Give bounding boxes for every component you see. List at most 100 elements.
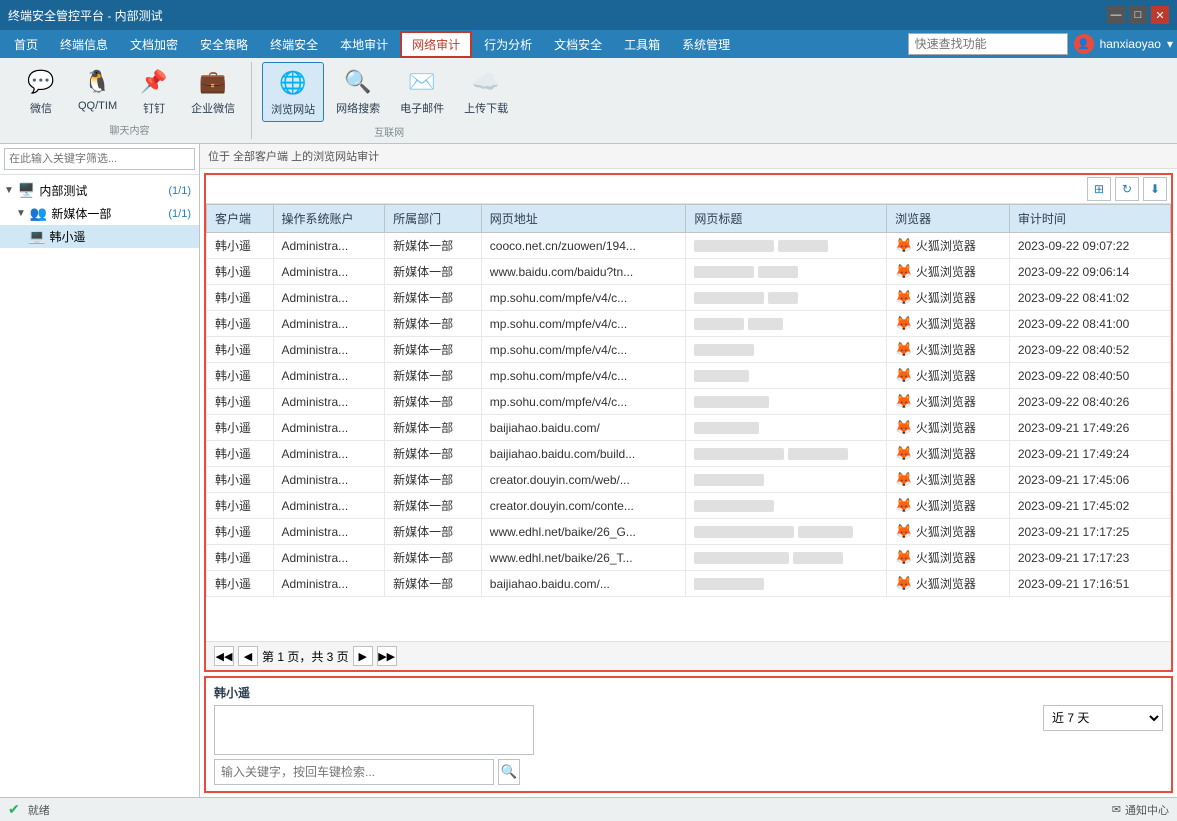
page-next-btn[interactable]: ▶ [353,646,373,666]
sidebar-search-input[interactable] [4,148,195,170]
table-row[interactable]: 韩小遥 Administra... 新媒体一部 cooco.net.cn/zuo… [207,233,1171,259]
cell-account: Administra... [273,337,385,363]
cell-browser: 🦊 火狐浏览器 [887,493,1010,519]
menu-doc-encrypt[interactable]: 文档加密 [120,33,188,56]
notification-area[interactable]: ✉ 通知中心 [1112,802,1169,818]
table-row[interactable]: 韩小遥 Administra... 新媒体一部 baijiahao.baidu.… [207,571,1171,597]
sidebar-item-root[interactable]: ▼ 🖥️ 内部测试 (1/1) [0,179,199,202]
cell-dept: 新媒体一部 [385,363,482,389]
cell-time: 2023-09-22 08:40:52 [1009,337,1170,363]
menu-behavior-analysis[interactable]: 行为分析 [474,33,542,56]
menu-network-audit[interactable]: 网络审计 [400,31,472,58]
firefox-icon: 🦊 [895,471,912,487]
toolbar-btn-email[interactable]: ✉️ 电子邮件 [392,62,452,122]
table-row[interactable]: 韩小遥 Administra... 新媒体一部 mp.sohu.com/mpfe… [207,337,1171,363]
table-row[interactable]: 韩小遥 Administra... 新媒体一部 www.baidu.com/ba… [207,259,1171,285]
table-scroll[interactable]: 客户端 操作系统账户 所属部门 网页地址 网页标题 浏览器 审计时间 韩小遥 A… [206,204,1171,641]
table-settings-btn[interactable]: ⊞ [1087,177,1111,201]
enterprise-wechat-icon: 💼 [197,66,229,98]
close-button[interactable]: ✕ [1151,6,1169,24]
toolbar-btn-browse-label: 浏览网站 [271,101,315,117]
user-node-icon: 💻 [28,228,45,245]
toolbar-btn-wechat-label: 微信 [30,100,52,116]
menu-local-audit[interactable]: 本地审计 [330,33,398,56]
cell-title [686,545,887,571]
firefox-icon: 🦊 [895,575,912,591]
page-first-btn[interactable]: ◀◀ [214,646,234,666]
content-header: 位于 全部客户端 上的浏览网站审计 [200,144,1177,169]
cell-url: www.edhl.net/baike/26_G... [481,519,686,545]
table-row[interactable]: 韩小遥 Administra... 新媒体一部 www.edhl.net/bai… [207,545,1171,571]
table-wrapper: ⊞ ↻ ⬇ 客户端 操作系统账户 所属部门 网页地址 网页标题 浏览器 审计 [204,173,1173,672]
user-info[interactable]: hanxiaoyao [1100,37,1161,51]
notification-icon: ✉ [1112,803,1121,816]
menu-doc-security[interactable]: 文档安全 [544,33,612,56]
cell-account: Administra... [273,571,385,597]
sidebar-item-user[interactable]: 💻 韩小遥 [0,225,199,248]
firefox-icon: 🦊 [895,263,912,279]
table-row[interactable]: 韩小遥 Administra... 新媒体一部 creator.douyin.c… [207,467,1171,493]
table-export-btn[interactable]: ⬇ [1143,177,1167,201]
page-prev-btn[interactable]: ◀ [238,646,258,666]
sidebar-item-dept[interactable]: ▼ 👥 新媒体一部 (1/1) [0,202,199,225]
bottom-search-input[interactable] [214,759,494,785]
maximize-button[interactable]: □ [1129,6,1147,24]
table-row[interactable]: 韩小遥 Administra... 新媒体一部 baijiahao.baidu.… [207,415,1171,441]
cell-browser: 🦊 火狐浏览器 [887,311,1010,337]
user-dropdown-icon[interactable]: ▾ [1167,37,1173,51]
cell-dept: 新媒体一部 [385,259,482,285]
cell-browser: 🦊 火狐浏览器 [887,519,1010,545]
date-range-select[interactable]: 近 7 天近 1 天近 30 天自定义 [1043,705,1163,731]
firefox-icon: 🦊 [895,445,912,461]
menu-security-policy[interactable]: 安全策略 [190,33,258,56]
table-row[interactable]: 韩小遥 Administra... 新媒体一部 mp.sohu.com/mpfe… [207,389,1171,415]
table-refresh-btn[interactable]: ↻ [1115,177,1139,201]
toolbar-btn-wechat[interactable]: 💬 微信 [16,62,66,120]
bottom-search-btn[interactable]: 🔍 [498,759,520,785]
col-time: 审计时间 [1009,205,1170,233]
minimize-button[interactable]: — [1107,6,1125,24]
page-last-btn[interactable]: ▶▶ [377,646,397,666]
cell-title [686,311,887,337]
toolbar-btn-dingtalk[interactable]: 📌 钉钉 [129,62,179,120]
cell-url: baijiahao.baidu.com/build... [481,441,686,467]
toolbar-btn-browse[interactable]: 🌐 浏览网站 [262,62,324,122]
menu-home[interactable]: 首页 [4,33,48,56]
qq-icon: 🐧 [82,66,114,98]
firefox-icon: 🦊 [895,419,912,435]
toolbar-btn-upload-download[interactable]: ☁️ 上传下载 [456,62,516,122]
cell-time: 2023-09-21 17:49:24 [1009,441,1170,467]
status-bar: ✔ 就绪 ✉ 通知中心 [0,797,1177,821]
cell-dept: 新媒体一部 [385,415,482,441]
table-actions: ⊞ ↻ ⬇ [206,175,1171,204]
bottom-textarea[interactable] [214,705,534,755]
cell-account: Administra... [273,389,385,415]
menu-toolbox[interactable]: 工具箱 [614,33,670,56]
cell-client: 韩小遥 [207,259,274,285]
pagination: ◀◀ ◀ 第 1 页，共 3 页 ▶ ▶▶ [206,641,1171,670]
toolbar-btn-enterprise-wechat[interactable]: 💼 企业微信 [183,62,243,120]
menu-search-input[interactable] [908,33,1068,55]
table-row[interactable]: 韩小遥 Administra... 新媒体一部 mp.sohu.com/mpfe… [207,285,1171,311]
table-row[interactable]: 韩小遥 Administra... 新媒体一部 mp.sohu.com/mpfe… [207,311,1171,337]
firefox-icon: 🦊 [895,341,912,357]
notification-label: 通知中心 [1125,802,1169,818]
title-bar-controls[interactable]: — □ ✕ [1107,6,1169,24]
menu-system-manage[interactable]: 系统管理 [672,33,740,56]
cell-time: 2023-09-22 09:06:14 [1009,259,1170,285]
menu-terminal-info[interactable]: 终端信息 [50,33,118,56]
data-table: 客户端 操作系统账户 所属部门 网页地址 网页标题 浏览器 审计时间 韩小遥 A… [206,204,1171,597]
col-client: 客户端 [207,205,274,233]
bottom-panel: 韩小遥 🔍 近 7 天近 1 天近 30 天自定义 [204,676,1173,793]
cell-browser: 🦊 火狐浏览器 [887,545,1010,571]
firefox-icon: 🦊 [895,523,912,539]
toolbar-btn-search[interactable]: 🔍 网络搜索 [328,62,388,122]
table-row[interactable]: 韩小遥 Administra... 新媒体一部 www.edhl.net/bai… [207,519,1171,545]
table-row[interactable]: 韩小遥 Administra... 新媒体一部 baijiahao.baidu.… [207,441,1171,467]
table-row[interactable]: 韩小遥 Administra... 新媒体一部 creator.douyin.c… [207,493,1171,519]
firefox-icon: 🦊 [895,549,912,565]
menu-terminal-security[interactable]: 终端安全 [260,33,328,56]
cell-time: 2023-09-22 08:41:02 [1009,285,1170,311]
table-row[interactable]: 韩小遥 Administra... 新媒体一部 mp.sohu.com/mpfe… [207,363,1171,389]
toolbar-btn-qq[interactable]: 🐧 QQ/TIM [70,62,125,120]
